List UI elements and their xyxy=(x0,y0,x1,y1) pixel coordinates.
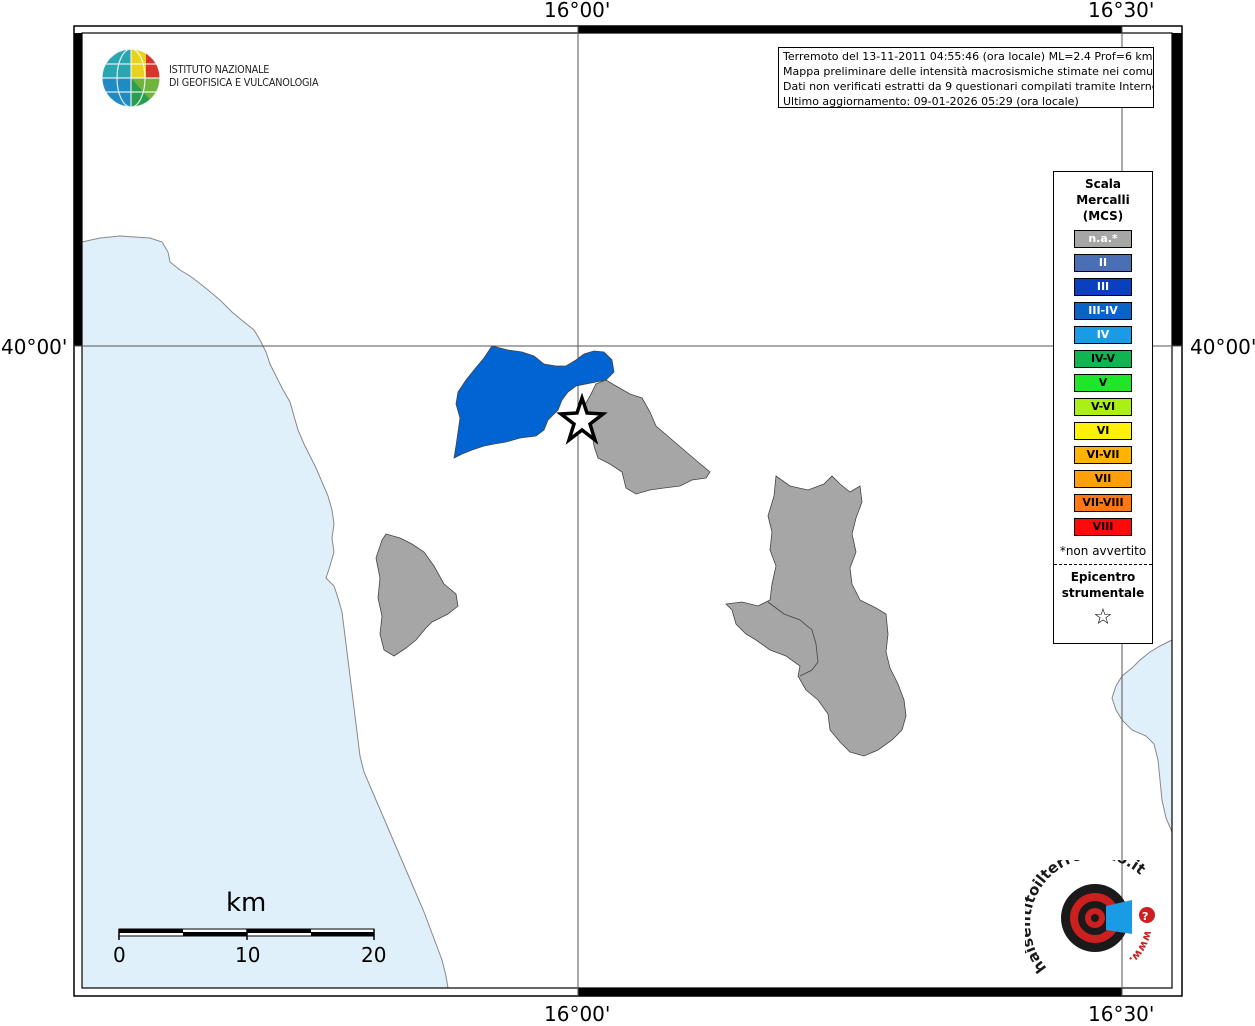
legend-item-12: VIII xyxy=(1074,518,1132,536)
info-line4: Ultimo aggiornamento: 09-01-2026 05:29 (… xyxy=(783,95,1079,108)
legend-item-0: n.a.* xyxy=(1074,230,1132,248)
legend-item-9: VI-VII xyxy=(1074,446,1132,464)
legend-title-line3: (MCS) xyxy=(1082,209,1124,223)
info-line1: Terremoto del 13-11-2011 04:55:46 (ora l… xyxy=(783,50,1153,63)
legend-note: *non avvertito xyxy=(1059,544,1147,558)
frame-bar-right xyxy=(1172,33,1182,346)
legend-item-3: III-IV xyxy=(1074,302,1132,320)
scale-label-20: 20 xyxy=(361,943,387,967)
legend-epicenter-line2: strumentale xyxy=(1061,586,1145,600)
frame-bar-top xyxy=(578,26,1122,33)
legend-title-line1: Scala xyxy=(1084,177,1122,191)
haisentito-url-text: www. xyxy=(1126,929,1154,966)
info-line2: Mappa preliminare delle intensità macros… xyxy=(783,65,1154,78)
ingv-logo-text: ISTITUTO NAZIONALE DI GEOFISICA E VULCAN… xyxy=(169,64,319,90)
lon-label-top-16-30: 16°30' xyxy=(1088,0,1155,22)
lat-label-left-40-00: 40°00' xyxy=(1,335,68,359)
lon-label-bottom-16-00: 16°00' xyxy=(544,1002,611,1026)
frame-bar-left xyxy=(74,33,82,346)
scale-label-10: 10 xyxy=(235,943,261,967)
legend-item-7: V-VI xyxy=(1074,398,1132,416)
scale-unit: km xyxy=(226,888,267,918)
lat-label-right-40-00: 40°00' xyxy=(1190,335,1255,359)
legend-item-11: VII-VIII xyxy=(1074,494,1132,512)
legend-items: n.a.* II III III-IV IV IV-V V V-VI VI VI-VII VII VI… xyxy=(1054,230,1152,536)
mcs-legend: Scala Mercalli (MCS) n.a.* II III III-IV IV I… xyxy=(1053,171,1153,644)
scale-label-0: 0 xyxy=(113,943,126,967)
legend-item-4: IV xyxy=(1074,326,1132,344)
info-line3: Dati non verificati estratti da 9 questi… xyxy=(783,80,1154,93)
lon-label-top-16-00: 16°00' xyxy=(544,0,611,22)
legend-item-1: II xyxy=(1074,254,1132,272)
legend-epicenter-label: Epicentro strumentale xyxy=(1054,569,1152,601)
legend-separator xyxy=(1054,564,1152,565)
legend-epicenter-line1: Epicentro xyxy=(1070,570,1136,584)
legend-item-2: III xyxy=(1074,278,1132,296)
frame-bar-bottom xyxy=(578,988,1122,996)
haisentito-text-svg: haisentitoilterremoto.it www. ? xyxy=(1025,860,1155,977)
legend-item-8: VI xyxy=(1074,422,1132,440)
legend-item-10: VII xyxy=(1074,470,1132,488)
legend-item-6: V xyxy=(1074,374,1132,392)
legend-star-icon: ☆ xyxy=(1093,605,1113,630)
legend-item-5: IV-V xyxy=(1074,350,1132,368)
legend-title-line2: Mercalli xyxy=(1076,193,1130,207)
ingv-globe-icon xyxy=(101,48,161,108)
ingv-logo-line2: DI GEOFISICA E VULCANOLOGIA xyxy=(169,77,319,89)
legend-title: Scala Mercalli (MCS) xyxy=(1054,176,1152,224)
lon-label-bottom-16-30: 16°30' xyxy=(1088,1002,1155,1026)
ingv-logo-line1: ISTITUTO NAZIONALE xyxy=(169,64,270,76)
earthquake-info-box: Terremoto del 13-11-2011 04:55:46 (ora l… xyxy=(778,47,1154,108)
haisentito-question-icon: ? xyxy=(1142,910,1148,923)
